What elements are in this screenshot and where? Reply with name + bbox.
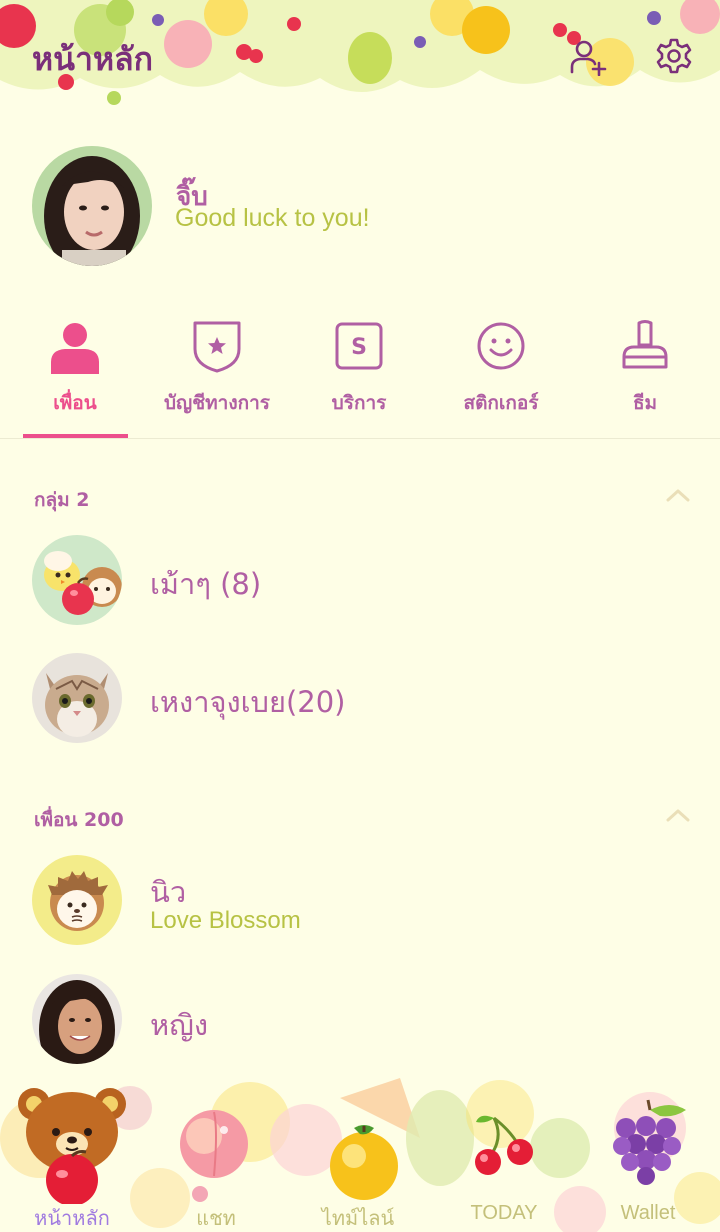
- list-item[interactable]: เหงาจุงเบย(20): [32, 653, 692, 743]
- home-tabs: เพื่อน บัญชีทางการ S บริการ สติกเกอร์ ธี…: [0, 316, 720, 438]
- profile-avatar[interactable]: [32, 146, 152, 266]
- tab-label: บริการ: [331, 392, 387, 414]
- svg-text:S: S: [351, 335, 367, 360]
- s-box-icon: S: [335, 322, 383, 370]
- gear-icon: [656, 38, 692, 74]
- peach-chat-icon: [180, 1110, 248, 1178]
- group-avatar: [32, 535, 122, 625]
- nav-label: ไทม์ไลน์: [321, 1208, 395, 1230]
- friends-section-header[interactable]: เพื่อน 200: [34, 805, 124, 835]
- divider: [0, 438, 720, 439]
- header: หน้าหลัก: [0, 0, 720, 110]
- brush-icon: [622, 320, 668, 369]
- orange-timeline-icon: [330, 1125, 398, 1200]
- tab-official-accounts[interactable]: บัญชีทางการ: [145, 316, 289, 438]
- cherry-today-icon: [475, 1115, 533, 1175]
- page-title: หน้าหลัก: [32, 40, 154, 78]
- add-friend-button[interactable]: [566, 34, 610, 78]
- list-item[interactable]: เม้าๆ (8): [32, 535, 692, 625]
- friend-avatar: [32, 974, 122, 1064]
- nav-timeline[interactable]: ไทม์ไลน์: [286, 1078, 430, 1232]
- nav-chats[interactable]: แชท: [144, 1078, 288, 1232]
- list-item[interactable]: หญิง: [32, 974, 692, 1064]
- tab-friends[interactable]: เพื่อน: [3, 316, 147, 438]
- my-profile[interactable]: จิ๊บ Good luck to you!: [32, 146, 692, 266]
- nav-label: แชท: [196, 1208, 236, 1230]
- nav-today[interactable]: TODAY: [432, 1078, 576, 1232]
- tab-stickers[interactable]: สติกเกอร์: [429, 316, 573, 438]
- tab-label: สติกเกอร์: [463, 392, 539, 414]
- bottom-navigation: หน้าหลัก แชท ไทม์ไลน์ TODAY Wallet: [0, 1078, 720, 1232]
- group-name: เม้าๆ (8): [150, 567, 262, 601]
- tab-label: ธีม: [632, 392, 658, 414]
- person-add-icon: [570, 40, 607, 76]
- group-name: เหงาจุงเบย(20): [150, 685, 346, 719]
- tab-label: บัญชีทางการ: [164, 392, 270, 414]
- tab-themes[interactable]: ธีม: [573, 316, 717, 438]
- settings-button[interactable]: [652, 34, 696, 78]
- tab-services[interactable]: S บริการ: [287, 316, 431, 438]
- nav-label: Wallet: [620, 1202, 676, 1224]
- bear-home-icon: [18, 1088, 126, 1204]
- group-avatar: [32, 653, 122, 743]
- nav-label: TODAY: [470, 1202, 538, 1224]
- list-item[interactable]: นิว Love Blossom: [32, 855, 692, 945]
- profile-status-message: Good luck to you!: [175, 204, 370, 232]
- chevron-up-icon[interactable]: [664, 806, 692, 824]
- friend-avatar: [32, 855, 122, 945]
- smiley-icon: [477, 322, 525, 370]
- tab-label: เพื่อน: [53, 392, 97, 414]
- shield-star-icon: [193, 321, 241, 373]
- chevron-up-icon[interactable]: [664, 486, 692, 504]
- groups-section-header[interactable]: กลุ่ม 2: [34, 485, 90, 515]
- nav-label: หน้าหลัก: [34, 1208, 110, 1230]
- friend-status-message: Love Blossom: [150, 907, 301, 934]
- nav-wallet[interactable]: Wallet: [576, 1078, 720, 1232]
- person-icon: [51, 323, 99, 374]
- grape-wallet-icon: [613, 1099, 686, 1185]
- nav-home[interactable]: หน้าหลัก: [0, 1078, 144, 1232]
- friend-name: หญิง: [150, 1008, 208, 1042]
